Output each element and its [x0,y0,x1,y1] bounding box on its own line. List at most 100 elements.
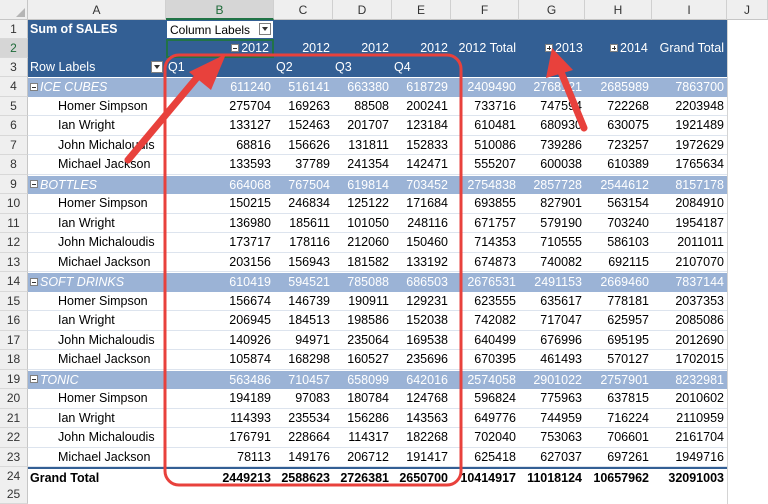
value-cell[interactable]: 2901022 [519,371,585,390]
value-cell[interactable]: 201707 [333,116,392,135]
value-cell[interactable]: 125122 [333,194,392,213]
value-cell[interactable]: 246834 [274,194,333,213]
value-cell[interactable]: 739286 [519,136,585,155]
row-label[interactable]: John Michaloudis [58,136,155,155]
value-cell[interactable]: 625957 [585,311,652,330]
row-header[interactable]: 2 [0,39,28,58]
year-2014-header[interactable]: 2014 [585,39,652,58]
row-header[interactable]: 3 [0,58,28,77]
value-cell[interactable]: 156286 [333,409,392,428]
value-cell[interactable]: 131811 [333,136,392,155]
row-header[interactable]: 11 [0,213,28,233]
row-labels-header[interactable]: Row Labels [30,58,164,77]
column-header-a[interactable]: A [28,0,166,20]
value-cell[interactable]: 2685989 [585,78,652,97]
value-cell[interactable]: 563154 [585,194,652,213]
value-cell[interactable]: 228664 [274,428,333,447]
row-label[interactable]: Homer Simpson [58,194,148,213]
value-cell[interactable]: 516141 [274,78,333,97]
select-all-corner[interactable] [0,0,28,20]
value-cell[interactable]: 2857728 [519,176,585,195]
value-cell[interactable]: 658099 [333,371,392,390]
value-cell[interactable]: 152833 [392,136,451,155]
row-label[interactable]: Michael Jackson [58,448,150,467]
value-cell[interactable]: 173717 [166,233,274,252]
column-labels-filter-dropdown[interactable] [259,23,271,35]
value-cell[interactable]: 510086 [451,136,519,155]
value-cell[interactable]: 1949716 [652,448,727,467]
row-label[interactable]: John Michaloudis [58,233,155,252]
row-label[interactable]: John Michaloudis [58,428,155,447]
value-cell[interactable]: 744959 [519,409,585,428]
value-cell[interactable]: 570127 [585,350,652,369]
column-header-e[interactable]: E [392,0,451,20]
collapse-icon[interactable] [30,277,38,286]
value-cell[interactable]: 674873 [451,253,519,272]
value-cell[interactable]: 579190 [519,214,585,233]
value-cell[interactable]: 1921489 [652,116,727,135]
value-cell[interactable]: 235064 [333,331,392,350]
value-cell[interactable]: 747594 [519,97,585,116]
collapse-icon[interactable] [30,375,38,384]
column-labels-field[interactable]: Column Labels [166,20,274,39]
year-2013-header[interactable]: 2013 [519,39,585,58]
group-label-cell[interactable]: ICE CUBES [30,78,107,97]
value-cell[interactable]: 2757901 [585,371,652,390]
grand-total-value[interactable]: 2588623 [274,469,333,487]
value-cell[interactable]: 143563 [392,409,451,428]
column-header-h[interactable]: H [585,0,652,20]
value-cell[interactable]: 200241 [392,97,451,116]
value-cell[interactable]: 123184 [392,116,451,135]
column-header-f[interactable]: F [451,0,519,20]
value-cell[interactable]: 2409490 [451,78,519,97]
value-cell[interactable]: 706601 [585,428,652,447]
value-cell[interactable]: 610389 [585,155,652,174]
grand-total-value[interactable]: 2726381 [333,469,392,487]
value-cell[interactable]: 563486 [166,371,274,390]
grand-total-value[interactable]: 2650700 [392,469,451,487]
value-cell[interactable]: 2491153 [519,273,585,292]
group-label-cell[interactable]: BOTTLES [30,176,97,195]
collapse-icon[interactable] [30,180,38,189]
value-cell[interactable]: 637815 [585,389,652,408]
value-cell[interactable]: 198586 [333,311,392,330]
value-cell[interactable]: 171684 [392,194,451,213]
value-cell[interactable]: 630075 [585,116,652,135]
expand-icon[interactable] [610,43,618,52]
group-label-cell[interactable]: TONIC [30,371,79,390]
value-cell[interactable]: 664068 [166,176,274,195]
row-header[interactable]: 7 [0,135,28,155]
row-header[interactable]: 4 [0,77,28,97]
value-cell[interactable]: 703240 [585,214,652,233]
row-label[interactable]: Homer Simpson [58,97,148,116]
row-header[interactable]: 17 [0,330,28,350]
row-label[interactable]: Michael Jackson [58,155,150,174]
row-header[interactable]: 14 [0,272,28,292]
value-cell[interactable]: 149176 [274,448,333,467]
value-cell[interactable]: 105874 [166,350,274,369]
value-cell[interactable]: 156943 [274,253,333,272]
row-header[interactable]: 5 [0,96,28,116]
value-cell[interactable]: 740082 [519,253,585,272]
value-cell[interactable]: 642016 [392,371,451,390]
value-cell[interactable]: 114317 [333,428,392,447]
value-cell[interactable]: 2768121 [519,78,585,97]
value-cell[interactable]: 722268 [585,97,652,116]
value-cell[interactable]: 156626 [274,136,333,155]
value-cell[interactable]: 2574058 [451,371,519,390]
row-header[interactable]: 24 [0,467,28,487]
row-header[interactable]: 16 [0,311,28,331]
row-header[interactable]: 23 [0,447,28,467]
value-cell[interactable]: 618729 [392,78,451,97]
value-cell[interactable]: 778181 [585,292,652,311]
value-cell[interactable]: 2544612 [585,176,652,195]
value-cell[interactable]: 693855 [451,194,519,213]
grand-total-label[interactable]: Grand Total [30,469,99,487]
value-cell[interactable]: 670395 [451,350,519,369]
value-cell[interactable]: 555207 [451,155,519,174]
value-cell[interactable]: 2676531 [451,273,519,292]
row-header[interactable]: 6 [0,116,28,136]
row-label[interactable]: Ian Wright [58,311,115,330]
value-cell[interactable]: 150460 [392,233,451,252]
value-cell[interactable]: 181582 [333,253,392,272]
